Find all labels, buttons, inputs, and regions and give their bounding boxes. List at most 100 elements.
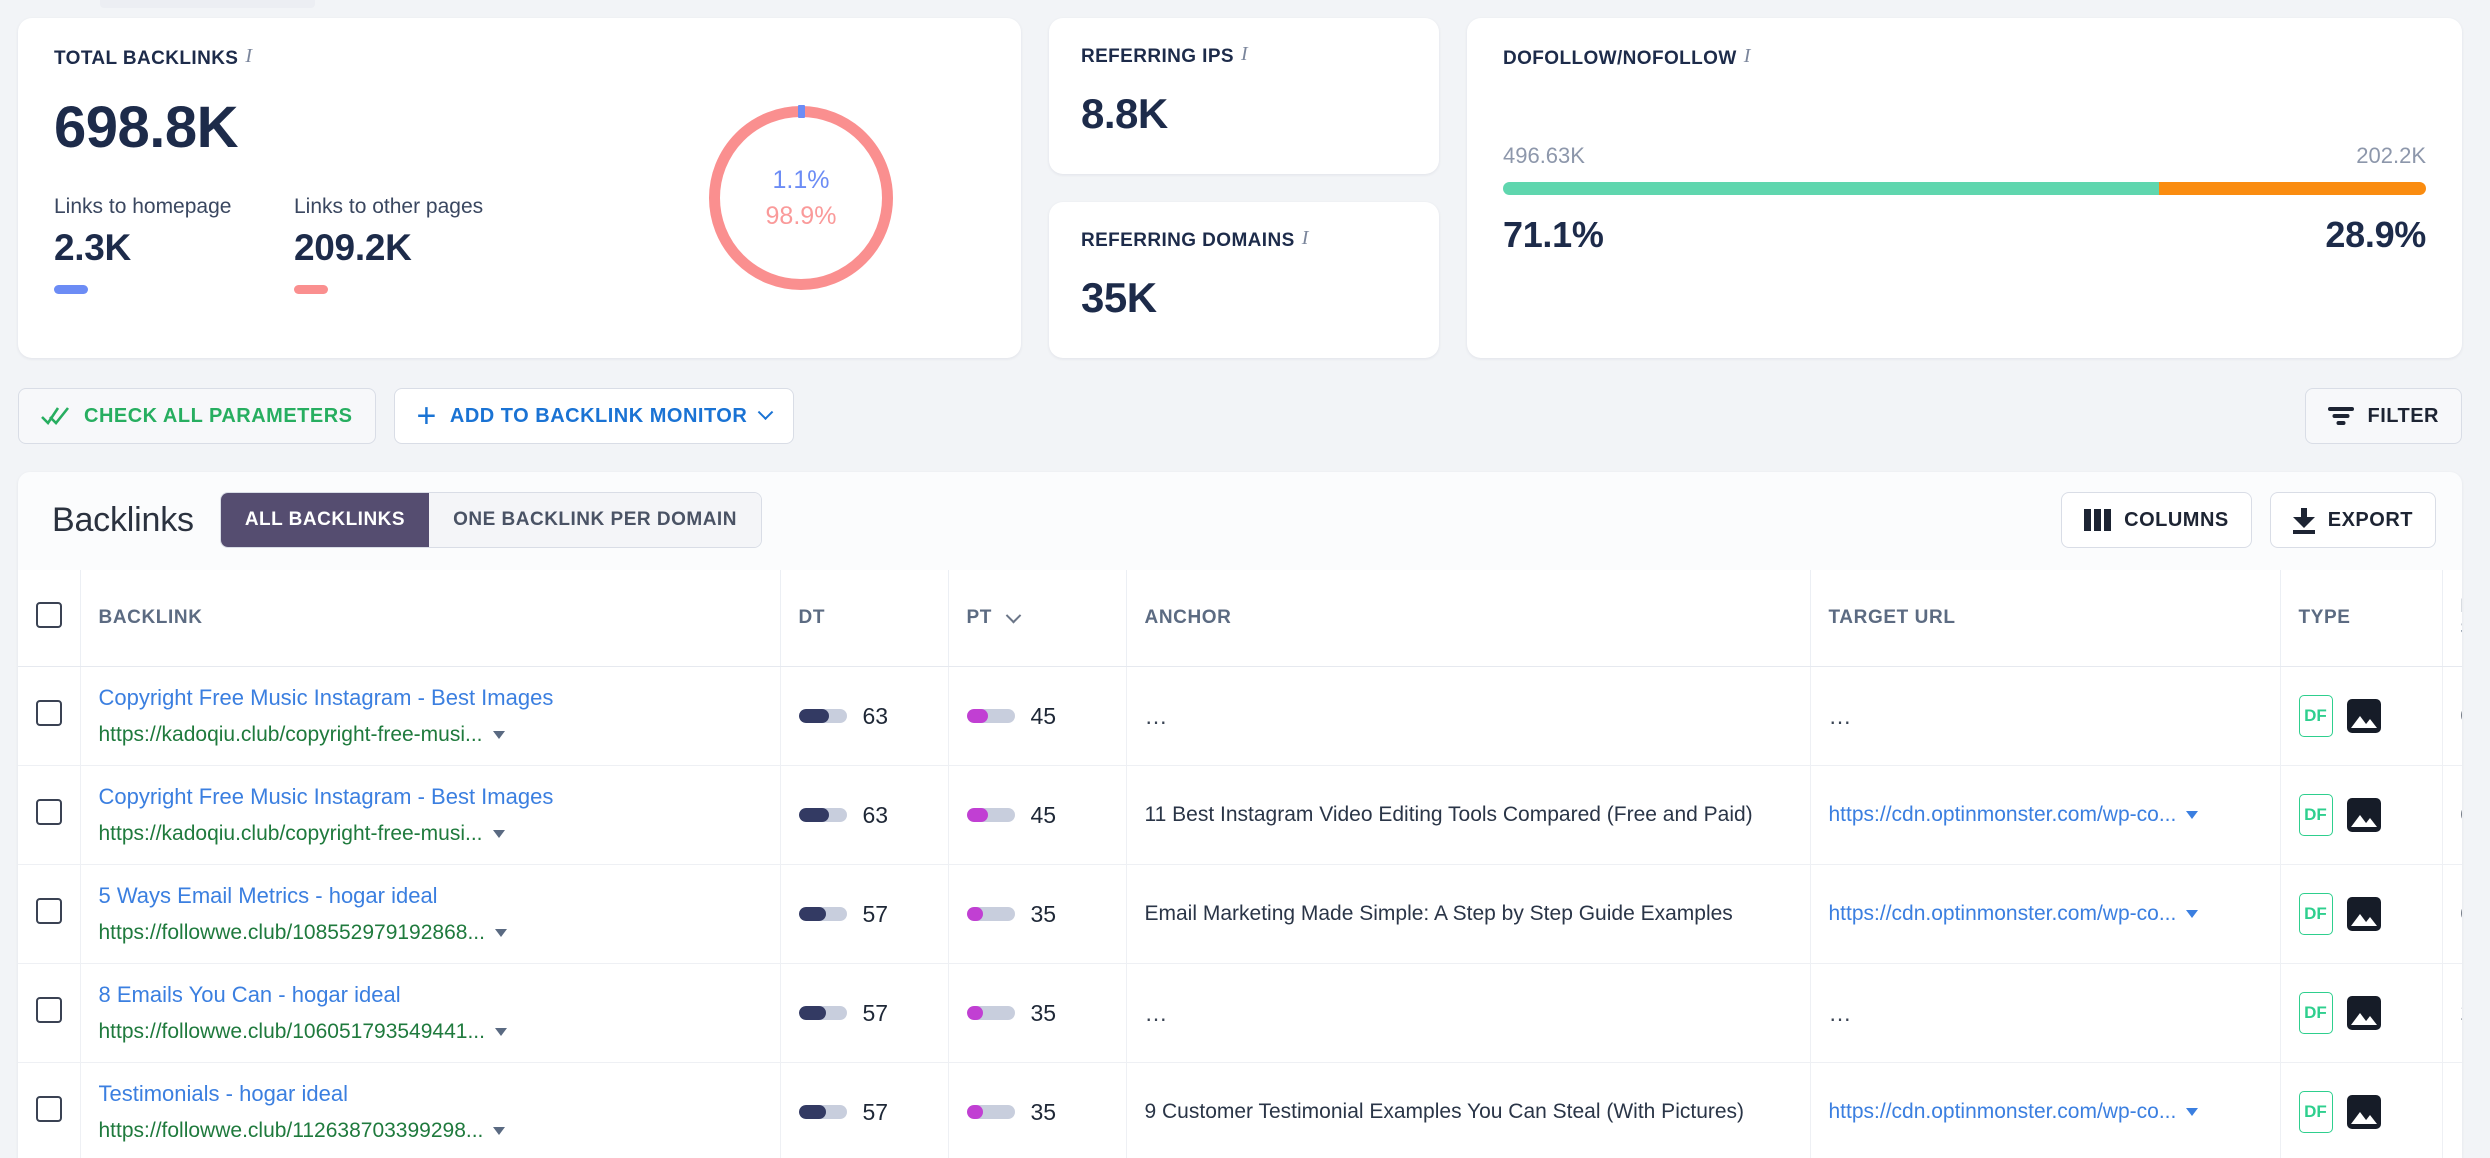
- dt-fill: [798, 907, 826, 921]
- backlink-cell: Testimonials - hogar ideal https://follow…: [80, 1062, 781, 1158]
- image-link-icon: [2346, 1095, 2381, 1129]
- caret-down-icon[interactable]: [492, 731, 505, 739]
- nofollow-bar-segment: [2159, 182, 2426, 195]
- dt-track: [798, 1105, 847, 1119]
- backlinks-panel: Backlinks ALL BACKLINKS ONE BACKLINK PER…: [18, 472, 2462, 1158]
- target-url-cell: …: [1810, 666, 2281, 766]
- middle-cards-column: REFERRING IPS i 8.8K REFERRING DOMAINS i…: [1048, 18, 1439, 358]
- dt-metric: 57: [798, 901, 930, 928]
- image-link-icon: [2346, 897, 2381, 931]
- row-checkbox[interactable]: [36, 898, 62, 924]
- dt-cell: 57: [780, 864, 949, 964]
- table-row[interactable]: 8 Emails You Can - hogar ideal https://fo…: [18, 963, 2462, 1063]
- header-pt-inner: PT: [967, 607, 1108, 629]
- dt-metric: 57: [798, 1099, 930, 1126]
- check-all-parameters-button[interactable]: CHECK ALL PARAMETERS: [18, 388, 376, 444]
- caret-down-icon[interactable]: [492, 830, 505, 838]
- backlink-url[interactable]: https://followwe.club/108552979192868...: [99, 921, 762, 945]
- select-all-checkbox[interactable]: [36, 602, 62, 628]
- row-select-cell: [18, 666, 81, 766]
- backlinks-scope-tabs: ALL BACKLINKS ONE BACKLINK PER DOMAIN: [219, 492, 762, 548]
- pt-cell: 35: [948, 963, 1127, 1063]
- target-url-value[interactable]: https://cdn.optinmonster.com/wp-co...: [1829, 803, 2262, 827]
- header-dt[interactable]: DT: [780, 570, 949, 667]
- caret-down-icon[interactable]: [493, 1127, 506, 1135]
- referring-ips-value: 8.8K: [1080, 90, 1168, 137]
- referring-ips-card: REFERRING IPS i 8.8K: [1048, 18, 1439, 174]
- anchor-cell: Email Marketing Made Simple: A Step by S…: [1126, 864, 1811, 964]
- export-button[interactable]: EXPORT: [2269, 492, 2436, 548]
- sort-descending-icon[interactable]: [1005, 607, 1022, 623]
- dofollow-nofollow-label-text: DOFOLLOW/NOFOLLOW: [1502, 48, 1737, 69]
- nofollow-count: 202.2K: [2356, 143, 2426, 168]
- columns-label: COLUMNS: [2124, 508, 2229, 531]
- header-first-seen[interactable]: FIRST SEEN: [2442, 570, 2462, 667]
- dt-fill: [798, 808, 829, 822]
- backlink-title-link[interactable]: Copyright Free Music Instagram - Best Im…: [99, 784, 762, 810]
- backlink-title-link[interactable]: Copyright Free Music Instagram - Best Im…: [99, 685, 762, 711]
- table-row[interactable]: Copyright Free Music Instagram - Best Im…: [18, 666, 2462, 766]
- chevron-down-icon[interactable]: [758, 403, 774, 420]
- caret-down-icon[interactable]: [2186, 910, 2199, 918]
- add-to-backlink-monitor-button[interactable]: + ADD TO BACKLINK MONITOR: [393, 388, 795, 444]
- row-checkbox[interactable]: [36, 799, 62, 825]
- header-pt[interactable]: PT: [948, 570, 1127, 667]
- tab-one-backlink-per-domain[interactable]: ONE BACKLINK PER DOMAIN: [429, 493, 761, 547]
- row-checkbox[interactable]: [36, 700, 62, 726]
- backlink-title-link[interactable]: 8 Emails You Can - hogar ideal: [99, 982, 762, 1008]
- backlink-title-link[interactable]: 5 Ways Email Metrics - hogar ideal: [99, 883, 762, 909]
- table-row[interactable]: Copyright Free Music Instagram - Best Im…: [18, 765, 2463, 865]
- info-icon[interactable]: i: [1744, 46, 1751, 66]
- target-url-value[interactable]: https://cdn.optinmonster.com/wp-co...: [1829, 1100, 2262, 1124]
- dt-fill: [798, 1105, 826, 1119]
- table-row[interactable]: 5 Ways Email Metrics - hogar ideal https:…: [18, 864, 2462, 964]
- caret-down-icon[interactable]: [494, 929, 507, 937]
- dt-track: [798, 907, 847, 921]
- dofollow-percent-row: 71.1% 28.9%: [1503, 214, 2426, 256]
- type-cell: DF: [2280, 1062, 2443, 1158]
- info-icon[interactable]: i: [1302, 228, 1309, 248]
- type-badges: DF: [2298, 1091, 2424, 1133]
- columns-button[interactable]: COLUMNS: [2061, 492, 2252, 548]
- type-badges: DF: [2298, 992, 2424, 1034]
- header-backlink[interactable]: BACKLINK: [80, 570, 781, 667]
- row-checkbox[interactable]: [36, 997, 62, 1023]
- type-cell: DF: [2280, 864, 2443, 964]
- dofollow-badge: DF: [2298, 794, 2333, 836]
- info-icon[interactable]: i: [1241, 44, 1248, 64]
- caret-down-icon[interactable]: [2186, 1108, 2199, 1116]
- first-seen-date: 06 May 20: [2461, 802, 2463, 827]
- anchor-text: …: [1144, 999, 1170, 1026]
- header-pt-label: PT: [966, 607, 992, 628]
- header-target-url[interactable]: TARGET URL: [1810, 570, 2281, 667]
- pt-value: 35: [1030, 1098, 1057, 1125]
- backlink-title-link[interactable]: Testimonials - hogar ideal: [99, 1081, 762, 1107]
- backlink-url[interactable]: https://followwe.club/106051793549441...: [99, 1020, 762, 1044]
- info-icon[interactable]: i: [245, 46, 252, 66]
- filter-button[interactable]: FILTER: [2305, 388, 2462, 444]
- header-anchor[interactable]: ANCHOR: [1126, 570, 1811, 667]
- header-type[interactable]: TYPE: [2280, 570, 2443, 667]
- target-url-value[interactable]: https://cdn.optinmonster.com/wp-co...: [1829, 902, 2262, 926]
- backlinks-table: BACKLINK DT PT ANCHOR TARGET URL TYPE FI…: [18, 570, 2462, 1158]
- first-seen-cell: 06 May 20: [2442, 666, 2462, 766]
- backlink-url[interactable]: https://kadoqiu.club/copyright-free-musi…: [99, 723, 762, 747]
- caret-down-icon[interactable]: [2186, 811, 2199, 819]
- anchor-text: Email Marketing Made Simple: A Step by S…: [1144, 902, 1733, 925]
- pt-value: 45: [1030, 702, 1057, 729]
- caret-down-icon[interactable]: [494, 1028, 507, 1036]
- links-to-homepage-label: Links to homepage: [54, 195, 232, 218]
- backlink-url[interactable]: https://followwe.club/112638703399298...: [99, 1119, 762, 1143]
- dt-track: [798, 808, 847, 822]
- backlink-url[interactable]: https://kadoqiu.club/copyright-free-musi…: [99, 822, 762, 846]
- pt-fill: [966, 1006, 984, 1020]
- pt-cell: 45: [948, 666, 1127, 766]
- pt-track: [966, 1006, 1015, 1020]
- dofollow-badge: DF: [2298, 893, 2333, 935]
- row-checkbox[interactable]: [36, 1096, 62, 1122]
- dofollow-percent: 71.1%: [1502, 214, 1604, 255]
- pt-cell: 35: [948, 864, 1127, 964]
- table-row[interactable]: Testimonials - hogar ideal https://follow…: [18, 1062, 2462, 1158]
- tab-all-backlinks[interactable]: ALL BACKLINKS: [220, 493, 430, 547]
- links-to-other-pages-label: Links to other pages: [294, 195, 484, 218]
